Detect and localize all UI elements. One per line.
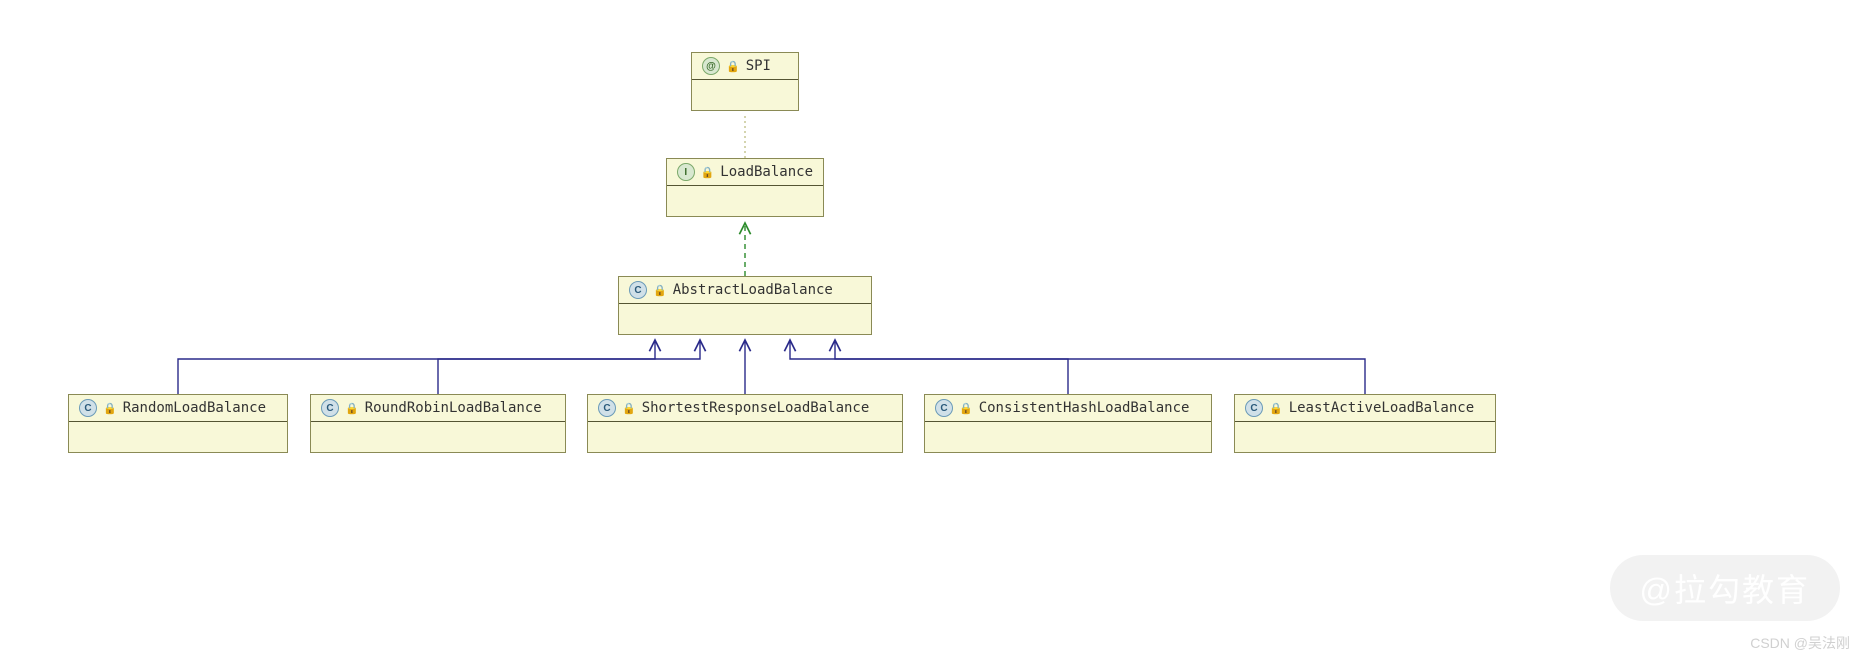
lock-icon: 🔒: [103, 402, 117, 415]
edge-leastactive-abs: [835, 340, 1365, 394]
watermark-bubble: @拉勾教育: [1610, 555, 1841, 621]
node-label: RandomLoadBalance: [123, 400, 266, 416]
lock-icon: 🔒: [959, 402, 973, 415]
connector-layer: [0, 0, 1870, 661]
node-label: LeastActiveLoadBalance: [1289, 400, 1474, 416]
node-label: LoadBalance: [720, 164, 813, 180]
class-node-loadbalance[interactable]: I 🔒 LoadBalance: [666, 158, 824, 217]
class-type-icon: C: [321, 399, 339, 417]
node-label: SPI: [746, 58, 771, 74]
class-node-shortestresponseloadbalance[interactable]: C 🔒 ShortestResponseLoadBalance: [587, 394, 903, 453]
lock-icon: 🔒: [726, 60, 740, 73]
class-node-abstractloadbalance[interactable]: C 🔒 AbstractLoadBalance: [618, 276, 872, 335]
class-type-icon: C: [629, 281, 647, 299]
edge-consistent-abs: [790, 340, 1068, 394]
class-type-icon: C: [79, 399, 97, 417]
lock-icon: 🔒: [345, 402, 359, 415]
lock-icon: 🔒: [622, 402, 636, 415]
class-node-consistenthashloadbalance[interactable]: C 🔒 ConsistentHashLoadBalance: [924, 394, 1212, 453]
lock-icon: 🔒: [701, 166, 715, 179]
node-label: ShortestResponseLoadBalance: [642, 400, 870, 416]
class-type-icon: C: [1245, 399, 1263, 417]
class-type-icon: C: [935, 399, 953, 417]
edge-roundrobin-abs: [438, 340, 700, 394]
lock-icon: 🔒: [1269, 402, 1283, 415]
watermark-csdn: CSDN @吴法刚: [1750, 633, 1850, 653]
class-node-roundrobinloadbalance[interactable]: C 🔒 RoundRobinLoadBalance: [310, 394, 566, 453]
class-node-spi[interactable]: @ 🔒 SPI: [691, 52, 799, 111]
lock-icon: 🔒: [653, 284, 667, 297]
class-type-icon: C: [598, 399, 616, 417]
edge-random-abs: [178, 340, 655, 394]
node-label: RoundRobinLoadBalance: [365, 400, 542, 416]
node-label: AbstractLoadBalance: [673, 282, 833, 298]
node-label: ConsistentHashLoadBalance: [979, 400, 1190, 416]
annotation-type-icon: @: [702, 57, 720, 75]
class-node-leastactiveloadbalance[interactable]: C 🔒 LeastActiveLoadBalance: [1234, 394, 1496, 453]
class-node-randomloadbalance[interactable]: C 🔒 RandomLoadBalance: [68, 394, 288, 453]
interface-type-icon: I: [677, 163, 695, 181]
